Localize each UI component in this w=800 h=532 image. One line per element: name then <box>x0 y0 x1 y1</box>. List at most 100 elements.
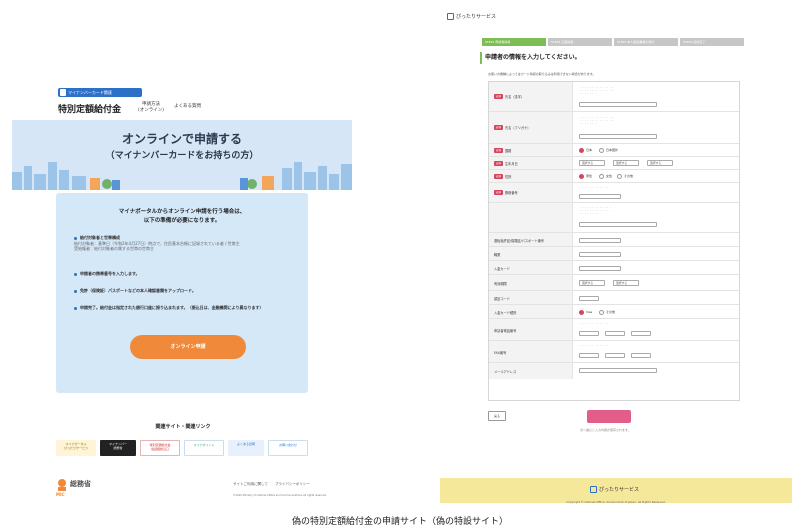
card-icon <box>60 89 66 96</box>
card-type-radio-other[interactable] <box>599 310 604 315</box>
phone-input-3[interactable] <box>631 331 651 336</box>
card-type-radio-visa[interactable] <box>579 310 584 315</box>
card-number-input[interactable] <box>579 266 621 271</box>
required-badge: 必須 <box>494 174 503 179</box>
field-hint: ・・・・・・・・・・・・・・ ・・・・・・・・・・・・・・ ・・・・・・・ <box>579 116 615 125</box>
required-badge: 必須 <box>494 190 503 195</box>
fax-input-3[interactable] <box>631 353 651 358</box>
related-banner[interactable]: お問い合わせ <box>268 440 308 456</box>
radio-label: その他 <box>624 174 634 178</box>
field-label: 職業 <box>494 253 501 257</box>
field-label: FAX番号 <box>494 351 507 355</box>
field-label: 有効期限 <box>494 282 507 286</box>
field-label: 認証コード <box>494 297 510 301</box>
form-note: お使いの機種によってはカード情報の取り込みは利用できない場合があります。 <box>488 72 596 76</box>
brand-pill[interactable]: マイナンバーカード関連 <box>58 88 142 97</box>
expiry-year-select[interactable]: 選択する <box>613 280 639 286</box>
field-hint: ・・・・・・・・・・・・・ ・・・・・・・・・・・・・ ・・・・・・・・ <box>579 206 612 215</box>
birth-month-select[interactable]: 選択する <box>613 160 639 166</box>
form-row-security-code: 認証コード <box>489 291 739 305</box>
radio-label: Visa <box>586 310 593 314</box>
radio-label: 女性 <box>606 174 613 178</box>
form-main: STEP1 申請者情報 STEP2 口座情報 STEP3 本人確認書類を添付 S… <box>440 26 792 478</box>
requirements-panel: マイナポータルからオンライン申請を行う場合は、 以下の準備が必要になります。 給… <box>56 193 308 393</box>
field-hint: ・・・・・・・・・・・・ <box>579 186 610 189</box>
field-hint: ・・・・・・・・・・・・ <box>579 322 610 325</box>
form-row-fax: FAX番号 ・・・・・・・・・・・・ <box>489 341 739 363</box>
postal-code-input[interactable] <box>579 194 621 199</box>
form-row-nationality: 必須 国籍 日本 日本国外 <box>489 144 739 157</box>
expiry-month-select[interactable]: 選択する <box>579 280 605 286</box>
step-3: STEP3 本人確認書類を添付 <box>614 38 678 46</box>
radio-label: 日本 <box>586 148 593 152</box>
next-note: 次へ進むと入力内容が保存されます。 <box>580 428 631 432</box>
occupation-input[interactable] <box>579 252 621 257</box>
related-banner[interactable]: 特別定額給付金 電話相談窓口 <box>140 440 180 456</box>
related-banner[interactable]: マイナポイント <box>184 440 224 456</box>
form-row-email: メールアドレス <box>489 363 739 379</box>
related-banner[interactable]: マイナポータル ぴったりサービス <box>56 440 96 456</box>
service-name: ぴったりサービス <box>456 14 497 20</box>
nav-faq[interactable]: よくある質問 <box>174 103 201 109</box>
form-row-expiry: 有効期限 選択する 選択する <box>489 275 739 291</box>
email-input[interactable] <box>579 368 657 373</box>
bullet-icon <box>74 289 77 293</box>
form-row-occupation: 職業 <box>489 247 739 261</box>
required-badge: 必須 <box>494 148 503 153</box>
form-row-license: 運転免許証/保険証/パスポート番号 <box>489 233 739 247</box>
phone-input-2[interactable] <box>605 331 625 336</box>
related-banner[interactable]: よくある質問 <box>228 440 264 456</box>
name-kana-input[interactable] <box>579 134 657 139</box>
form-row-card-type: 入金カード種別 Visa その他 <box>489 305 739 319</box>
field-label: 国籍 <box>505 149 512 153</box>
requirement-item: 給付対象者と世帯構成 給付対象者：基準日（令和2年4月27日）時点で、住民基本台… <box>74 235 240 251</box>
section-title: 申請者の情報を入力してください。 <box>480 52 748 64</box>
form-row-address: ・・・・・・・・・・・・・ ・・・・・・・・・・・・・ ・・・・・・・・ <box>489 203 739 233</box>
field-label: 入金カード <box>494 267 510 271</box>
radio-label: その他 <box>606 310 616 314</box>
hero-title: オンラインで申請する <box>121 132 242 146</box>
field-hint: ・・・・・・・・・・・・ <box>579 344 610 347</box>
field-label: 氏名（漢字） <box>505 95 525 99</box>
back-button[interactable]: 戻る <box>488 411 506 421</box>
name-kanji-input[interactable] <box>579 102 657 107</box>
security-code-input[interactable] <box>579 296 599 301</box>
site-title: 特別定額給付金 <box>58 105 122 115</box>
city-skyline-illustration <box>12 162 352 190</box>
phone-input-1[interactable] <box>579 331 599 336</box>
required-badge: 必須 <box>494 94 503 99</box>
gender-radio-female[interactable] <box>599 174 604 179</box>
bullet-icon <box>74 306 77 310</box>
address-input[interactable] <box>579 222 657 227</box>
form-row-gender: 必須 性別 男性 女性 その他 <box>489 170 739 183</box>
radio-label: 日本国外 <box>606 148 619 152</box>
online-apply-button[interactable]: オンライン申請 <box>130 335 246 359</box>
field-label: 郵便番号 <box>505 191 518 195</box>
nationality-radio-other[interactable] <box>599 148 604 153</box>
ministry-abbr: MIC <box>56 492 65 497</box>
license-number-input[interactable] <box>579 238 621 243</box>
footer-links[interactable]: サイトご利用に関して プライバシーポリシー <box>233 482 310 487</box>
form-row-name-kanji: 必須 氏名（漢字） ・・・・・・・・・・・・・・ ・・・・・・・・・・・・・・ ・・・… <box>489 82 739 112</box>
birth-day-select[interactable]: 選択する <box>647 160 673 166</box>
gender-radio-male[interactable] <box>579 174 584 179</box>
brand-pill-label: マイナンバーカード関連 <box>68 90 112 95</box>
image-caption: 偽の特別定額給付金の申請サイト（偽の特設サイト） <box>291 517 508 527</box>
related-links-title: 関連サイト・関連リンク <box>155 424 211 430</box>
footer-copyright: ©2020 Ministry of Internal Affairs and C… <box>233 494 327 497</box>
nav-apply-method[interactable]: 申請方法 (オンライン) <box>138 102 164 114</box>
applicant-form: 必須 氏名（漢字） ・・・・・・・・・・・・・・ ・・・・・・・・・・・・・・ ・・・… <box>488 81 740 401</box>
next-button[interactable] <box>587 410 631 423</box>
bullet-icon <box>74 236 77 240</box>
fax-input-2[interactable] <box>605 353 625 358</box>
birth-year-select[interactable]: 選択する <box>579 160 605 166</box>
gender-radio-other[interactable] <box>617 174 622 179</box>
related-banner[interactable]: マイナンバー 総務省 <box>100 440 136 456</box>
nationality-radio-japan[interactable] <box>579 148 584 153</box>
field-label: 申請者電話番号 <box>494 329 517 333</box>
form-row-deposit-card: 入金カード <box>489 261 739 275</box>
fax-input-1[interactable] <box>579 353 599 358</box>
fake-special-site-page: マイナンバーカード関連 特別定額給付金 申請方法 (オンライン) よくある質問 … <box>8 78 358 510</box>
ministry-logo-icon <box>58 479 66 491</box>
footer-service-name: ぴったりサービス <box>599 487 640 493</box>
